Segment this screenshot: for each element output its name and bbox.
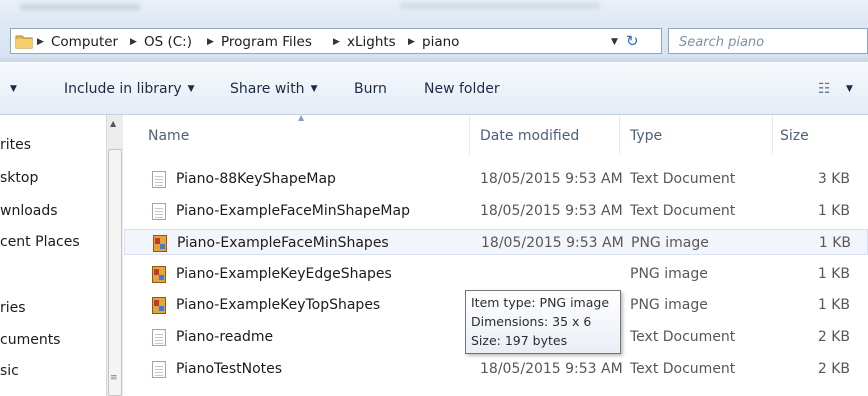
file-name: Piano-ExampleKeyEdgeShapes: [176, 266, 392, 282]
nav-item-documents[interactable]: cuments: [0, 330, 60, 350]
breadcrumb-arrow-icon[interactable]: ▶: [37, 33, 44, 51]
file-name: PianoTestNotes: [176, 361, 283, 377]
file-row[interactable]: Piano-88KeyShapeMap 18/05/2015 9:53 AM T…: [124, 166, 868, 192]
file-type: Text Document: [630, 361, 736, 377]
file-row-hovered[interactable]: Piano-ExampleFaceMinShapes 18/05/2015 9:…: [124, 229, 868, 255]
command-bar: ▼ Include in library ▼ Share with ▼ Burn N…: [0, 62, 868, 115]
breadcrumb-os-c[interactable]: OS (C:): [144, 33, 192, 51]
address-dropdown-icon[interactable]: ▼: [611, 33, 618, 51]
file-row[interactable]: PianoTestNotes 18/05/2015 9:53 AM Text D…: [124, 356, 868, 382]
column-header-name[interactable]: Name: [148, 125, 189, 147]
breadcrumb-arrow-icon[interactable]: ▶: [333, 33, 340, 51]
file-size: 1 KB: [817, 297, 850, 313]
file-row[interactable]: Piano-ExampleKeyEdgeShapes PNG image 1 K…: [124, 261, 868, 287]
file-name: Piano-readme: [176, 329, 274, 345]
sort-ascending-icon: ▲: [298, 113, 305, 122]
view-dropdown-icon[interactable]: ▼: [846, 79, 853, 99]
address-bar-area: ▶ Computer ▶ OS (C:) ▶ Program Files ▶ x…: [0, 22, 868, 62]
file-size: 1 KB: [817, 266, 850, 282]
text-document-icon: [152, 361, 166, 378]
organize-dropdown-icon[interactable]: ▼: [10, 79, 17, 99]
chevron-down-icon: ▼: [187, 84, 195, 94]
breadcrumb-arrow-icon[interactable]: ▶: [408, 33, 415, 51]
include-in-library-label: Include in library: [64, 81, 182, 97]
file-name: Piano-ExampleFaceMinShapes: [177, 235, 389, 251]
search-box[interactable]: [668, 28, 868, 54]
nav-item-libraries[interactable]: ries: [0, 298, 26, 318]
chevron-down-icon: ▼: [310, 84, 318, 94]
scrollbar-grip-icon: ≡: [110, 373, 117, 383]
window-title-bar: [0, 0, 868, 22]
tooltip-size: Size: 197 bytes: [471, 333, 568, 348]
include-in-library-button[interactable]: Include in library ▼: [64, 79, 195, 99]
png-image-icon: [152, 297, 166, 314]
breadcrumb-piano[interactable]: piano: [422, 33, 459, 51]
nav-item-favorites[interactable]: rites: [0, 135, 31, 155]
png-image-icon: [152, 266, 166, 283]
new-folder-button[interactable]: New folder: [424, 79, 500, 99]
column-header-date-modified[interactable]: Date modified: [480, 125, 579, 147]
file-size: 1 KB: [817, 203, 850, 219]
nav-scrollbar[interactable]: ▲ ≡: [106, 115, 123, 396]
title-bar-blur: [400, 3, 600, 9]
text-document-icon: [152, 171, 166, 188]
tooltip-dimensions: Dimensions: 35 x 6: [471, 314, 592, 329]
burn-button[interactable]: Burn: [354, 79, 387, 99]
scrollbar-thumb[interactable]: [108, 149, 122, 396]
nav-item-recent-places[interactable]: cent Places: [0, 232, 80, 252]
folder-icon: [15, 35, 33, 49]
text-document-icon: [152, 203, 166, 220]
share-with-label: Share with: [230, 81, 305, 97]
png-image-icon: [153, 235, 167, 252]
navigation-pane: rites sktop wnloads cent Places ries cum…: [0, 115, 106, 396]
file-type: PNG image: [630, 266, 708, 282]
share-with-button[interactable]: Share with ▼: [230, 79, 317, 99]
column-divider[interactable]: [619, 115, 620, 155]
file-size: 2 KB: [817, 329, 850, 345]
title-bar-blur: [20, 4, 140, 10]
breadcrumb-arrow-icon[interactable]: ▶: [207, 33, 214, 51]
file-info-tooltip: Item type: PNG image Dimensions: 35 x 6 …: [465, 290, 621, 354]
file-name: Piano-88KeyShapeMap: [176, 171, 336, 187]
column-divider[interactable]: [469, 115, 470, 155]
address-bar[interactable]: ▶ Computer ▶ OS (C:) ▶ Program Files ▶ x…: [10, 28, 662, 54]
file-row[interactable]: Piano-ExampleFaceMinShapeMap 18/05/2015 …: [124, 198, 868, 224]
column-divider[interactable]: [772, 115, 773, 155]
refresh-icon[interactable]: ↻: [626, 32, 639, 50]
breadcrumb-arrow-icon[interactable]: ▶: [130, 33, 137, 51]
file-size: 3 KB: [817, 171, 850, 187]
file-date: 18/05/2015 9:53 AM: [480, 361, 623, 377]
file-date: 18/05/2015 9:53 AM: [480, 171, 623, 187]
nav-item-downloads[interactable]: wnloads: [0, 201, 58, 221]
search-input[interactable]: [677, 32, 861, 52]
file-date: 18/05/2015 9:53 AM: [481, 235, 624, 251]
breadcrumb-computer[interactable]: Computer: [51, 33, 118, 51]
file-type: Text Document: [630, 171, 736, 187]
file-name: Piano-ExampleKeyTopShapes: [176, 297, 381, 313]
file-name: Piano-ExampleFaceMinShapeMap: [176, 203, 410, 219]
breadcrumb-program-files[interactable]: Program Files: [221, 33, 312, 51]
column-header-type[interactable]: Type: [630, 125, 662, 147]
tooltip-item-type: Item type: PNG image: [471, 295, 610, 310]
file-type: Text Document: [630, 203, 736, 219]
file-type: PNG image: [630, 297, 708, 313]
scroll-up-icon[interactable]: ▲: [110, 119, 116, 128]
column-header-size[interactable]: Size: [780, 125, 809, 147]
column-header-row: ▲ Name Date modified Type Size: [124, 113, 868, 155]
file-type: PNG image: [631, 235, 709, 251]
file-type: Text Document: [630, 329, 736, 345]
file-date: 18/05/2015 9:53 AM: [480, 203, 623, 219]
breadcrumb-xlights[interactable]: xLights: [347, 33, 396, 51]
file-size: 2 KB: [817, 361, 850, 377]
nav-item-music[interactable]: sic: [0, 361, 19, 381]
file-size: 1 KB: [818, 235, 851, 251]
text-document-icon: [152, 329, 166, 346]
change-view-icon[interactable]: ☷: [818, 79, 831, 99]
nav-item-desktop[interactable]: sktop: [0, 168, 38, 188]
